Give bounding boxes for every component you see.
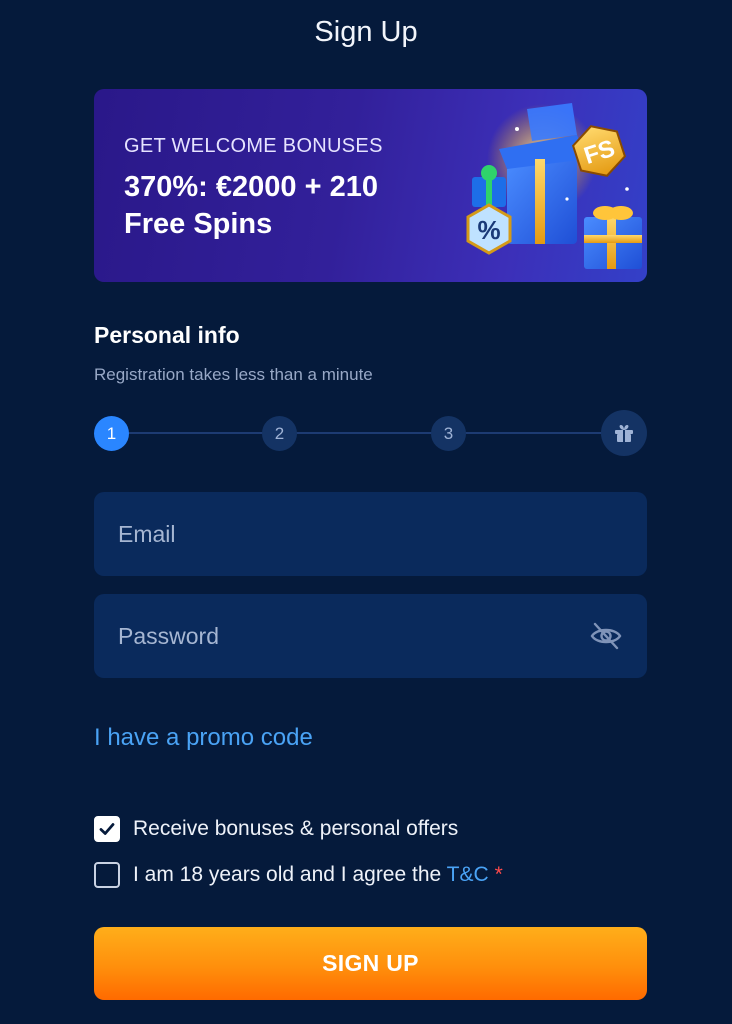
signup-button[interactable]: SIGN UP: [94, 927, 647, 1000]
age-checkbox[interactable]: [94, 862, 120, 888]
bonuses-consent-row[interactable]: Receive bonuses & personal offers: [94, 816, 458, 842]
age-consent-row[interactable]: I am 18 years old and I agree the T&C *: [94, 862, 503, 888]
bonuses-consent-label: Receive bonuses & personal offers: [133, 817, 459, 840]
banner-eyebrow: GET WELCOME BONUSES: [124, 135, 383, 157]
welcome-bonus-banner: GET WELCOME BONUSES 370%: €2000 + 210 Fr…: [94, 89, 647, 282]
section-subtitle: Registration takes less than a minute: [94, 365, 373, 384]
password-field[interactable]: [94, 594, 647, 678]
registration-stepper: 1 2 3: [94, 410, 647, 456]
section-title: Personal info: [94, 322, 240, 348]
password-field-container: [94, 594, 647, 678]
banner-headline: 370%: €2000 + 210 Free Spins: [124, 171, 378, 240]
age-consent-text: I am 18 years old and I agree the: [133, 863, 442, 886]
required-mark: *: [494, 863, 503, 886]
signup-page: Sign Up GET WELCOME BONUSES 370%: €2000 …: [0, 0, 732, 1024]
email-field[interactable]: [94, 492, 647, 576]
step-3: 3: [431, 416, 466, 451]
gift-icon: [615, 425, 633, 442]
gift-boxes-illustration: FS %: [466, 103, 642, 269]
checkmark-icon: [99, 823, 115, 835]
bonuses-checkbox[interactable]: [94, 816, 120, 842]
step-reward: [601, 410, 647, 456]
age-consent-label: I am 18 years old and I agree the T&C *: [133, 863, 503, 887]
stepper-track: [114, 432, 625, 434]
step-2: 2: [262, 416, 297, 451]
email-field-container: [94, 492, 647, 576]
step-1: 1: [94, 416, 129, 451]
eye-off-icon[interactable]: [589, 620, 623, 652]
page-title: Sign Up: [314, 16, 418, 48]
promo-code-link[interactable]: I have a promo code: [94, 724, 313, 752]
terms-link[interactable]: T&C: [447, 863, 489, 886]
percent-badge-text: %: [477, 215, 500, 245]
